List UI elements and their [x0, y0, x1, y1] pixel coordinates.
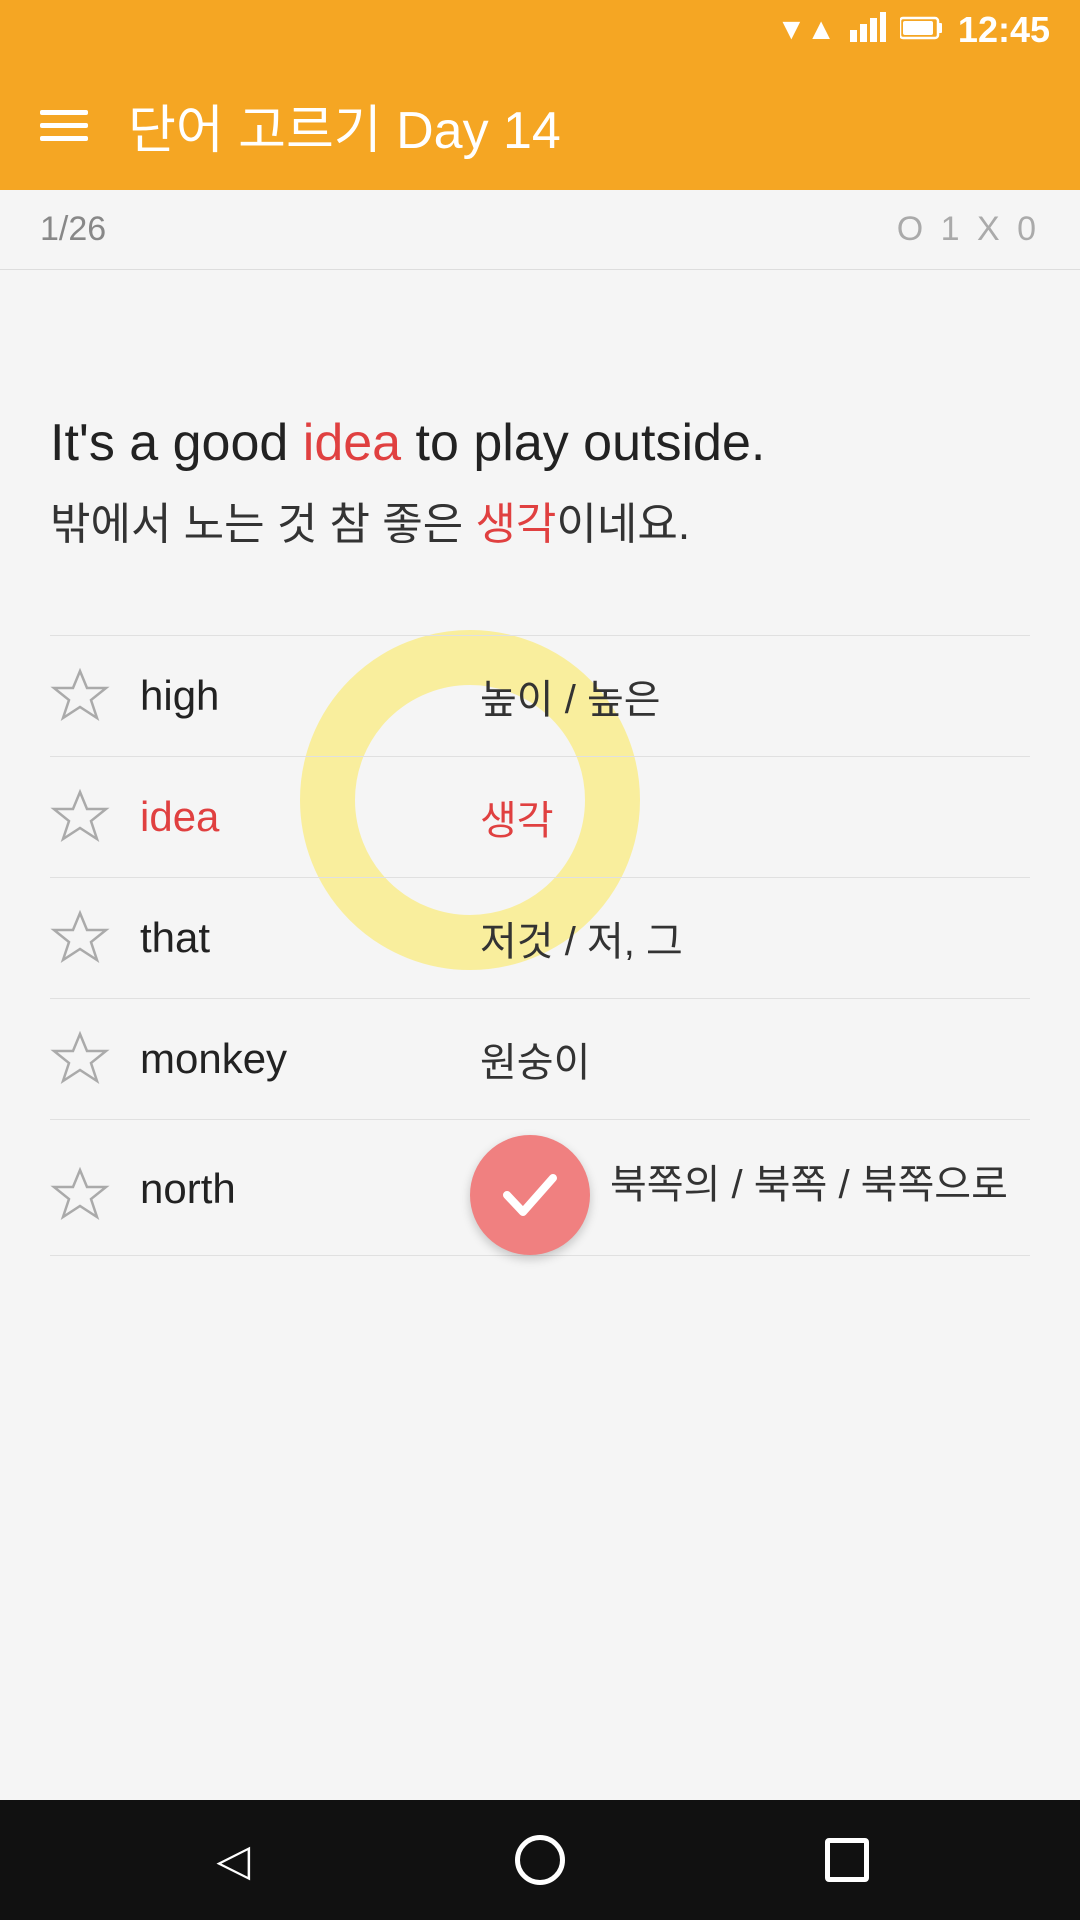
korean-prefix: 밖에서 노는 것 참 좋은: [50, 500, 475, 549]
hamburger-line-3: [40, 136, 88, 141]
status-time: 12:45: [958, 9, 1050, 51]
home-button[interactable]: [500, 1820, 580, 1900]
korean-highlight-word: 생각: [475, 500, 556, 549]
english-suffix: to play outside.: [401, 414, 765, 472]
star-icon-high[interactable]: [50, 666, 110, 726]
english-prefix: It's a good: [50, 414, 303, 472]
word-row-high: high 높이 / 높은: [50, 635, 1030, 757]
word-english-high: high: [140, 672, 440, 720]
star-icon-north[interactable]: [50, 1165, 110, 1225]
sentence-area: It's a good idea to play outside. 밖에서 노는…: [50, 410, 1030, 555]
hamburger-line-2: [40, 123, 88, 128]
progress-indicator: 1/26: [40, 210, 106, 249]
back-icon: ◁: [216, 1835, 250, 1886]
signal-icon: [850, 12, 886, 49]
word-korean-high: 높이 / 높은: [480, 667, 1030, 725]
recents-icon: [825, 1838, 869, 1882]
wifi-icon: ▼▲: [777, 13, 836, 47]
home-icon: [515, 1835, 565, 1885]
check-button-north[interactable]: [470, 1135, 590, 1255]
hamburger-menu-button[interactable]: [40, 110, 88, 141]
status-bar: ▼▲ 12:45: [0, 0, 1080, 60]
word-english-idea: idea: [140, 793, 440, 841]
hamburger-line-1: [40, 110, 88, 115]
word-korean-that: 저것 / 저, 그: [480, 909, 1030, 967]
nav-bar: ◁: [0, 1800, 1080, 1920]
recents-button[interactable]: [807, 1820, 887, 1900]
word-english-monkey: monkey: [140, 1035, 440, 1083]
word-row-idea: idea 생각: [50, 757, 1030, 878]
score-indicator: O 1 X 0: [897, 210, 1040, 249]
word-korean-monkey: 원숭이: [480, 1030, 1030, 1088]
score-bar: 1/26 O 1 X 0: [0, 190, 1080, 270]
star-icon-that[interactable]: [50, 908, 110, 968]
word-korean-idea: 생각: [480, 788, 1030, 846]
battery-icon: [900, 16, 944, 45]
back-button[interactable]: ◁: [193, 1820, 273, 1900]
app-bar: 단어 고르기 Day 14: [0, 60, 1080, 190]
word-english-north: north: [140, 1165, 440, 1213]
star-icon-monkey[interactable]: [50, 1029, 110, 1089]
word-english-that: that: [140, 914, 440, 962]
word-row-that: that 저것 / 저, 그: [50, 878, 1030, 999]
main-content: It's a good idea to play outside. 밖에서 노는…: [0, 270, 1080, 1800]
word-list: high 높이 / 높은 idea 생각 that 저것 / 저, 그: [50, 635, 1030, 1256]
english-highlight-word: idea: [303, 414, 401, 472]
korean-sentence: 밖에서 노는 것 참 좋은 생각이네요.: [50, 494, 1030, 556]
english-sentence: It's a good idea to play outside.: [50, 410, 1030, 478]
word-row-monkey: monkey 원숭이: [50, 999, 1030, 1120]
korean-suffix: 이네요.: [556, 500, 690, 549]
status-icons: ▼▲ 12:45: [777, 9, 1050, 51]
word-row-north: north 북쪽의 / 북쪽 / 북쪽으로: [50, 1120, 1030, 1256]
word-korean-north: 북쪽의 / 북쪽 / 북쪽으로: [610, 1155, 1030, 1215]
app-bar-title: 단어 고르기 Day 14: [128, 88, 561, 163]
star-icon-idea[interactable]: [50, 787, 110, 847]
